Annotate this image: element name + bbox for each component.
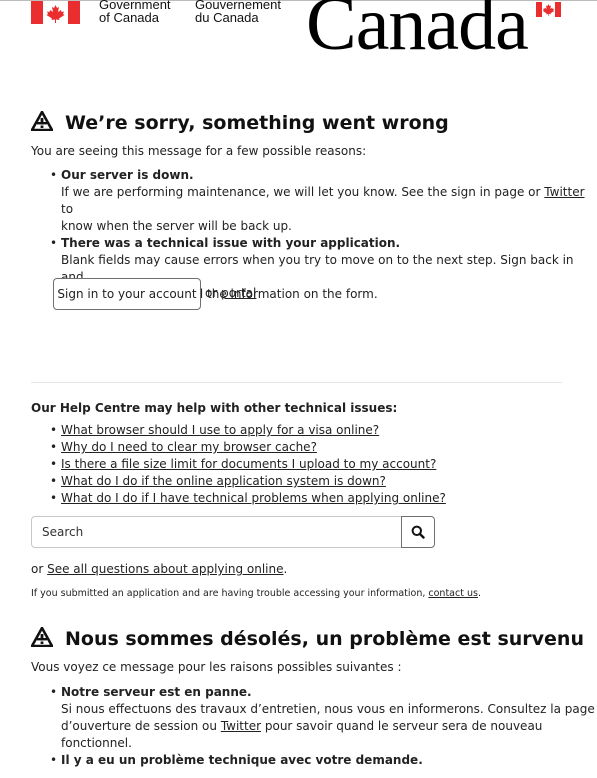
warning-icon bbox=[31, 111, 53, 131]
help-link-file-size[interactable]: Is there a file size limit for documents… bbox=[61, 457, 436, 471]
reason-text-part: pour savoir quand le serveur sera de nou… bbox=[264, 719, 543, 733]
help-link-technical-problems[interactable]: What do I do if I have technical problem… bbox=[61, 491, 446, 505]
signature-en-line2: of Canada bbox=[99, 10, 159, 25]
twitter-link-fr[interactable]: Twitter bbox=[221, 719, 261, 733]
reason-text: Si nous effectuons des travaux d’entreti… bbox=[61, 702, 595, 716]
reason-heading: Notre serveur est en panne. bbox=[61, 685, 252, 699]
intro-en: You are seeing this message for a few po… bbox=[31, 144, 367, 158]
help-link-item: What do I do if the online application s… bbox=[50, 473, 446, 490]
help-link-item: What browser should I use to apply for a… bbox=[50, 422, 446, 439]
see-all-questions-link[interactable]: See all questions about applying online bbox=[47, 562, 283, 576]
help-link-cache[interactable]: Why do I need to clear my browser cache? bbox=[61, 440, 317, 454]
error-title-en: We’re sorry, something went wrong bbox=[65, 112, 449, 134]
reason-heading: Il y a eu un problème technique avec vot… bbox=[61, 753, 423, 767]
site-header: Government of Canada Gouvernement du Can… bbox=[0, 0, 597, 64]
reason-item: Il y a eu un problème technique avec vot… bbox=[50, 752, 595, 769]
punctuation: . bbox=[283, 562, 288, 576]
help-links-list: What browser should I use to apply for a… bbox=[50, 422, 446, 507]
reasons-list-fr: Notre serveur est en panne. Si nous effe… bbox=[50, 684, 595, 769]
signature-english: Government of Canada bbox=[99, 0, 171, 24]
sign-in-button[interactable]: Sign in to your account bbox=[53, 278, 201, 310]
intro-fr: Vous voyez ce message pour les raisons p… bbox=[31, 660, 402, 674]
reason-heading: Our server is down. bbox=[61, 168, 194, 182]
reason-text-part: If we are performing maintenance, we wil… bbox=[61, 185, 541, 199]
portal-alternative: or portal bbox=[205, 286, 256, 300]
contact-line: If you submitted an application and are … bbox=[31, 585, 481, 602]
reason-text-line2: know when the server will be back up. bbox=[61, 219, 292, 233]
warning-icon bbox=[31, 627, 53, 647]
reason-text-line2: d’ouverture de session ou Twitter pour s… bbox=[61, 718, 595, 735]
reason-text-part: d’ouverture de session ou bbox=[61, 719, 217, 733]
signature-french: Gouvernement du Canada bbox=[195, 0, 281, 24]
search-input[interactable] bbox=[31, 516, 401, 548]
see-all-line: or See all questions about applying onli… bbox=[31, 561, 287, 578]
search-button[interactable] bbox=[401, 516, 435, 548]
punctuation: . bbox=[477, 588, 481, 599]
contact-us-link[interactable]: contact us bbox=[428, 588, 478, 599]
canada-flag-icon bbox=[31, 1, 80, 24]
error-heading-fr: Nous sommes désolés, un problème est sur… bbox=[31, 627, 584, 650]
reason-text-part: to bbox=[61, 202, 74, 216]
canada-wordmark: Canada bbox=[306, 0, 529, 66]
signature-fr-line2: du Canada bbox=[195, 10, 259, 25]
search-icon bbox=[411, 525, 425, 539]
help-heading: Our Help Centre may help with other tech… bbox=[31, 401, 398, 415]
help-link-item: What do I do if I have technical problem… bbox=[50, 490, 446, 507]
reason-item: Notre serveur est en panne. Si nous effe… bbox=[50, 684, 595, 752]
reason-item: Our server is down. If we are performing… bbox=[50, 167, 597, 235]
twitter-link[interactable]: Twitter bbox=[544, 185, 584, 199]
section-divider bbox=[31, 382, 562, 383]
or-text: or bbox=[205, 286, 218, 300]
help-link-item: Why do I need to clear my browser cache? bbox=[50, 439, 446, 456]
contact-text: If you submitted an application and are … bbox=[31, 588, 426, 599]
help-link-system-down[interactable]: What do I do if the online application s… bbox=[61, 474, 386, 488]
wordmark-flag-icon bbox=[536, 2, 561, 17]
reason-text-line3: fonctionnel. bbox=[61, 736, 132, 750]
help-link-browser[interactable]: What browser should I use to apply for a… bbox=[61, 423, 379, 437]
error-heading-en: We’re sorry, something went wrong bbox=[31, 111, 449, 134]
portal-link[interactable]: portal bbox=[221, 286, 256, 300]
reason-heading: There was a technical issue with your ap… bbox=[61, 236, 401, 250]
reason-text: If we are performing maintenance, we wil… bbox=[61, 184, 597, 218]
error-title-fr: Nous sommes désolés, un problème est sur… bbox=[65, 628, 584, 650]
or-text: or bbox=[31, 562, 44, 576]
help-link-item: Is there a file size limit for documents… bbox=[50, 456, 446, 473]
